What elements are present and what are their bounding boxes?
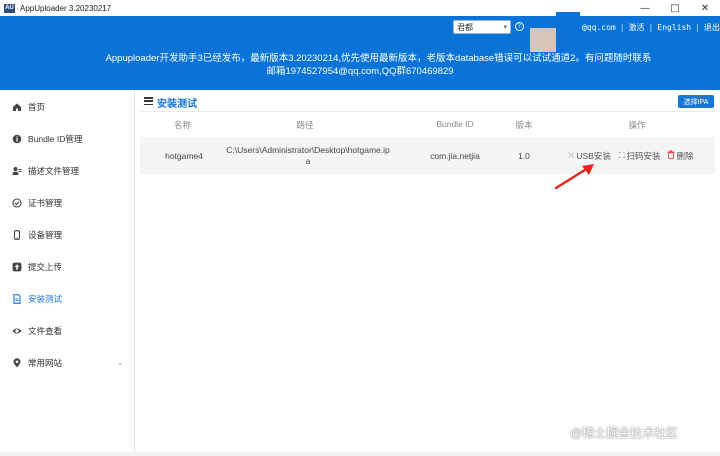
file-icon xyxy=(12,294,22,304)
cell-version: 1.0 xyxy=(518,150,530,161)
eye-icon xyxy=(12,326,22,336)
page-title: 安装测试 xyxy=(157,99,197,110)
help-icon[interactable]: ? xyxy=(515,22,524,31)
scan-install-button[interactable]: ⛶ 扫码安装 xyxy=(619,150,661,162)
usb-icon: ⤫ xyxy=(568,150,575,160)
sidebar-item-websites[interactable]: 常用网站 ⌄ xyxy=(0,353,135,373)
phone-icon xyxy=(12,230,22,240)
column-header-version: 版本 xyxy=(515,120,533,130)
delete-button[interactable]: 删除 xyxy=(667,150,694,162)
menu-icon[interactable] xyxy=(144,97,153,106)
user-email: @qq.com xyxy=(582,23,616,32)
sidebar-item-home[interactable]: 首页 xyxy=(0,97,135,117)
table-row: hotgame4 C:\Users\Administrator\Desktop\… xyxy=(140,137,715,174)
header-banner: 君都 ▾ ? @qq.com | 激活 | English | 退出 Appup… xyxy=(0,12,720,90)
profile-icon xyxy=(12,166,22,176)
maximize-button[interactable]: □ xyxy=(660,0,690,16)
sidebar-item-devices[interactable]: 设备管理 xyxy=(0,225,135,245)
select-ipa-button[interactable]: 选择IPA xyxy=(678,95,714,108)
announcement-line-1: Appuploader开发助手3已经发布，最新版本3.20230214,优先使用… xyxy=(105,53,652,64)
location-icon xyxy=(12,358,22,368)
home-icon xyxy=(12,102,22,112)
avatar xyxy=(530,28,556,52)
bottom-border xyxy=(0,452,720,456)
sidebar-item-bundle-id[interactable]: Bundle ID管理 xyxy=(0,129,135,149)
english-link[interactable]: English xyxy=(657,23,691,32)
header-links: @qq.com | 激活 | English | 退出 xyxy=(582,22,720,33)
title-bar: AU AppUploader 3.20230217 — □ ✕ xyxy=(0,0,720,16)
scan-icon: ⛶ xyxy=(618,150,625,160)
avatar-overlay xyxy=(556,12,580,37)
announcement-line-2: 邮箱1974527954@qq.com,QQ群670469829 xyxy=(266,66,454,77)
cell-name: hotgame4 xyxy=(165,150,203,161)
column-header-path: 路径 xyxy=(296,120,314,130)
activate-link[interactable]: 激活 xyxy=(629,22,645,33)
window-title: AppUploader 3.20230217 xyxy=(20,3,112,13)
trash-icon xyxy=(667,150,675,161)
sidebar: 首页 Bundle ID管理 描述文件管理 证书管理 设备管理 提交上传 安装测… xyxy=(0,90,135,456)
annotation-arrow-icon xyxy=(554,164,594,190)
app-logo-icon: AU xyxy=(4,3,15,13)
upload-icon xyxy=(12,262,22,272)
announcement: Appuploader开发助手3已经发布，最新版本3.20230214,优先使用… xyxy=(0,52,720,78)
certificate-icon xyxy=(12,198,22,208)
logout-link[interactable]: 退出 xyxy=(704,22,720,33)
chevron-down-icon: ▾ xyxy=(503,24,507,31)
main-header: 安装测试 选择IPA xyxy=(140,94,720,110)
minimize-button[interactable]: — xyxy=(630,0,660,16)
column-header-actions: 操作 xyxy=(628,120,646,130)
info-icon xyxy=(12,134,22,144)
table-header: 名称 路径 Bundle ID 版本 操作 xyxy=(140,119,715,133)
column-header-name: 名称 xyxy=(173,120,191,130)
close-button[interactable]: ✕ xyxy=(690,0,720,16)
sidebar-item-install-test[interactable]: 安装测试 xyxy=(0,289,135,309)
theme-select[interactable]: 君都 ▾ xyxy=(453,20,511,34)
sidebar-item-upload[interactable]: 提交上传 xyxy=(0,257,135,277)
chevron-down-icon[interactable]: ⌄ xyxy=(117,359,123,367)
column-header-bundle-id: Bundle ID xyxy=(436,119,474,129)
window-controls: — □ ✕ xyxy=(630,0,720,16)
sidebar-item-certificates[interactable]: 证书管理 xyxy=(0,193,135,213)
sidebar-item-file-view[interactable]: 文件查看 xyxy=(0,321,135,341)
theme-select-value: 君都 xyxy=(457,22,473,32)
divider xyxy=(140,111,715,112)
watermark: @稀土掘金技术社区 xyxy=(570,426,679,440)
sidebar-item-profiles[interactable]: 描述文件管理 xyxy=(0,161,135,181)
cell-bundle-id: com.jia.netjia xyxy=(430,150,480,161)
cell-path: C:\Users\Administrator\Desktop\hotgame.i… xyxy=(226,144,390,166)
